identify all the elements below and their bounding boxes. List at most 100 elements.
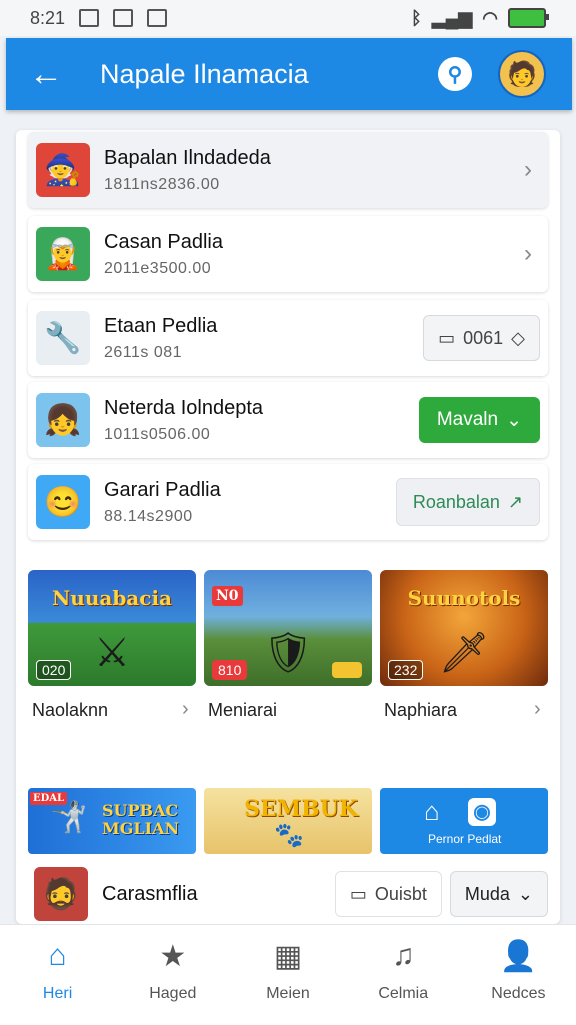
chevron-right-icon[interactable]: › bbox=[508, 240, 548, 268]
game-thumbnail: 🧙 bbox=[36, 143, 90, 197]
content-card: 🧙 Bapalan Ilndadeda 1811ns2836.00 › 🧝 Ca… bbox=[16, 130, 560, 924]
camera-icon: ◉ bbox=[468, 798, 496, 826]
game-tile[interactable]: Suunotols 🗡 232 bbox=[380, 570, 548, 686]
bottom-navigation: ⌂ Heri ★ Haged ▦ Meien ♫ Celmia 👤 Nedces bbox=[0, 924, 576, 1025]
warrior-figure: 🤺 bbox=[50, 800, 88, 835]
nav-item-media[interactable]: ♫ Celmia bbox=[346, 925, 461, 1025]
item-title: Etaan Pedlia bbox=[104, 314, 218, 337]
download-button-label: Ouisbt bbox=[374, 883, 427, 904]
item-subtitle: 2011e3500.00 bbox=[104, 259, 212, 277]
item-subtitle: 1811ns2836.00 bbox=[104, 175, 220, 193]
list-item[interactable]: 🧙 Bapalan Ilndadeda 1811ns2836.00 › bbox=[28, 132, 548, 208]
nav-label: Haged bbox=[149, 985, 197, 1002]
music-icon: ♫ bbox=[391, 939, 415, 972]
signal-icon: ▂▄▆ bbox=[431, 7, 473, 28]
tile-tag: 232 bbox=[388, 660, 424, 680]
tile-badge bbox=[332, 662, 362, 678]
tag-icon: ◇ bbox=[511, 327, 525, 348]
back-arrow-icon[interactable]: ← bbox=[16, 38, 76, 110]
tile-label: Naolaknn bbox=[32, 700, 109, 720]
tile-label: Meniarai bbox=[208, 700, 278, 720]
grid-icon: ▦ bbox=[273, 940, 303, 973]
image-icon bbox=[113, 9, 134, 27]
tile-label: Naphiara bbox=[384, 700, 458, 720]
banner-title: Pernor Pedlat bbox=[428, 832, 502, 846]
download-button[interactable]: ▭ Ouisbt bbox=[334, 871, 442, 917]
dropdown-label: Muda bbox=[464, 883, 510, 904]
promo-banner[interactable]: ⌂ ◉ Pernor Pedlat bbox=[380, 788, 548, 854]
banner-title: SEMBUK bbox=[244, 796, 358, 822]
item-subtitle: 1011s0506.00 bbox=[104, 425, 211, 443]
box-icon: ▭ bbox=[438, 327, 456, 348]
download-button[interactable]: ▭ 0061 ◇ bbox=[423, 315, 540, 361]
battery-icon bbox=[508, 8, 549, 28]
open-button-label: Roanbalan bbox=[412, 491, 500, 512]
item-title: Casan Padlia bbox=[104, 230, 223, 253]
download-button-label: 0061 bbox=[463, 327, 504, 348]
item-title: Neterda Iolndepta bbox=[104, 396, 264, 419]
nav-item-categories[interactable]: ▦ Meien bbox=[230, 925, 345, 1025]
game-tile[interactable]: Nuuabacia ⚔ 020 bbox=[28, 570, 196, 686]
item-title: Bapalan Ilndadeda bbox=[104, 146, 271, 169]
tile-title: N0 bbox=[212, 586, 243, 606]
blade-figure: 🗡 bbox=[438, 631, 490, 675]
bluetooth-icon: ᛒ bbox=[411, 7, 422, 28]
game-thumbnail: 🧔 bbox=[34, 867, 88, 921]
person-icon: 👤 bbox=[499, 940, 538, 973]
item-title: Garari Padlia bbox=[104, 478, 221, 501]
promo-banner[interactable]: EDAL SUPBAC MGLIAN 🤺 bbox=[28, 788, 196, 854]
page-title: Napale Ilnamacia bbox=[100, 58, 309, 89]
nav-label: Nedces bbox=[491, 985, 546, 1002]
list-item[interactable]: 🧝 Casan Padlia 2011e3500.00 › bbox=[28, 216, 548, 292]
list-item[interactable]: 😊 Garari Padlia 88.14s2900 Roanbalan ↗ bbox=[28, 464, 548, 540]
chevron-down-icon: ⌄ bbox=[506, 409, 522, 431]
install-button[interactable]: Mavaln ⌄ bbox=[418, 397, 540, 443]
list-item[interactable]: 👧 Neterda Iolndepta 1011s0506.00 Mavaln … bbox=[28, 382, 548, 458]
chevron-right-icon[interactable]: › bbox=[508, 156, 548, 184]
chevron-down-icon: ⌄ bbox=[517, 883, 533, 904]
warrior-figure: 🛡 bbox=[262, 631, 314, 675]
nav-item-profile[interactable]: 👤 Nedces bbox=[461, 925, 576, 1025]
chevron-right-icon[interactable]: › bbox=[182, 698, 189, 721]
avatar[interactable]: 🧑 bbox=[498, 50, 546, 98]
tile-tag: 810 bbox=[212, 660, 248, 680]
install-button-label: Mavaln bbox=[436, 409, 499, 430]
item-title: Carasmflia bbox=[102, 882, 198, 905]
nav-label: Meien bbox=[266, 985, 310, 1002]
list-item[interactable]: 🧔 Carasmflia ▭ Ouisbt Muda ⌄ bbox=[28, 867, 548, 921]
game-thumbnail: 😊 bbox=[36, 475, 90, 529]
item-subtitle: 2611s 081 bbox=[104, 343, 183, 361]
warrior-figure: ⚔ bbox=[94, 631, 130, 675]
creature-figure: 🐾 bbox=[274, 820, 304, 849]
link-icon: ↗ bbox=[507, 491, 523, 512]
open-button[interactable]: Roanbalan ↗ bbox=[395, 478, 540, 526]
promo-banner[interactable]: SEMBUK 🐾 bbox=[204, 788, 372, 854]
game-thumbnail: 🧝 bbox=[36, 227, 90, 281]
item-subtitle: 88.14s2900 bbox=[104, 507, 193, 525]
chevron-right-icon[interactable]: › bbox=[534, 698, 541, 721]
star-icon: ★ bbox=[159, 940, 187, 973]
box-icon: ▭ bbox=[349, 883, 367, 904]
status-bar: 8:21 ᛒ ▂▄▆ ◠ bbox=[0, 0, 576, 36]
notification-icon bbox=[79, 9, 100, 27]
status-time: 8:21 bbox=[30, 7, 66, 28]
game-thumbnail: 👧 bbox=[36, 393, 90, 447]
wifi-icon: ◠ bbox=[482, 7, 498, 28]
tile-tag: 020 bbox=[36, 660, 72, 680]
store-icon: ⌂ bbox=[424, 796, 440, 826]
home-icon: ⌂ bbox=[48, 939, 67, 972]
tile-title: Suunotols bbox=[407, 586, 521, 610]
banner-title: SUPBAC MGLIAN bbox=[102, 801, 180, 838]
game-thumbnail: 🔧 bbox=[36, 311, 90, 365]
list-item[interactable]: 🔧 Etaan Pedlia 2611s 081 ▭ 0061 ◇ bbox=[28, 300, 548, 376]
chart-icon bbox=[147, 9, 168, 27]
nav-label: Heri bbox=[42, 985, 73, 1002]
nav-item-featured[interactable]: ★ Haged bbox=[115, 925, 230, 1025]
nav-label: Celmia bbox=[378, 985, 429, 1002]
app-bar: ← Napale Ilnamacia ⚲ 🧑 bbox=[6, 38, 572, 110]
game-tile[interactable]: N0 🛡 810 bbox=[204, 570, 372, 686]
mode-dropdown[interactable]: Muda ⌄ bbox=[449, 871, 548, 917]
nav-item-home[interactable]: ⌂ Heri bbox=[0, 925, 115, 1025]
search-icon[interactable]: ⚲ bbox=[438, 57, 472, 91]
tile-title: Nuuabacia bbox=[52, 586, 172, 610]
